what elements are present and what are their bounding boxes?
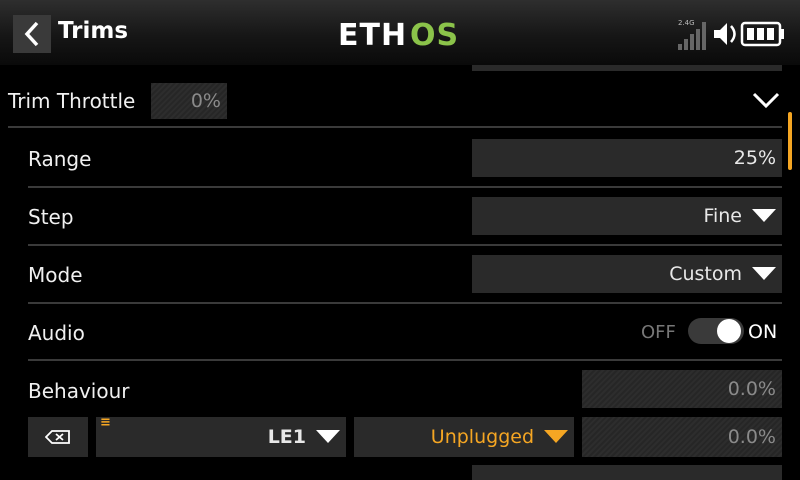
signal-label: 2.4G <box>678 19 695 27</box>
back-icon <box>24 21 39 47</box>
dropdown-arrow-icon <box>752 208 776 222</box>
switch-value: LE1 <box>267 426 306 448</box>
switch-select[interactable]: ≡ LE1 <box>96 415 346 457</box>
title-bar: Trims ETH OS 2.4G <box>0 0 800 65</box>
behaviour-label: Behaviour <box>28 379 130 403</box>
divider <box>28 302 782 304</box>
step-label: Step <box>28 205 74 229</box>
mode-label: Mode <box>28 263 83 287</box>
scrollbar[interactable] <box>788 112 792 170</box>
behaviour-value: 0.0% <box>582 370 782 408</box>
dropdown-arrow-icon <box>544 429 568 443</box>
page-title: Trims <box>58 18 129 44</box>
status-icons: 2.4G <box>678 19 784 50</box>
dropdown-arrow-icon <box>752 266 776 280</box>
divider <box>8 126 782 128</box>
speaker-icon <box>714 23 736 45</box>
clear-button[interactable] <box>28 417 88 457</box>
svg-text:ETH: ETH <box>338 18 407 51</box>
dropdown-arrow-icon <box>316 429 340 443</box>
mode-value: Custom <box>669 263 742 285</box>
audio-on-label: ON <box>748 321 778 343</box>
step-select[interactable]: Fine <box>472 197 782 235</box>
signal-icon: 2.4G <box>678 19 706 50</box>
trim-throttle-label: Trim Throttle <box>8 89 136 113</box>
range-label: Range <box>28 147 92 171</box>
svg-text:OS: OS <box>410 18 459 51</box>
behaviour-mode-select[interactable]: Unplugged <box>354 417 574 457</box>
next-field-stub <box>472 465 782 480</box>
divider <box>28 244 782 246</box>
audio-toggle[interactable] <box>688 318 744 344</box>
range-field[interactable]: 25% <box>472 139 782 177</box>
step-value: Fine <box>703 205 742 227</box>
toggle-knob <box>717 319 741 343</box>
switch-marker-icon: ≡ <box>100 415 111 430</box>
prev-field-stub <box>472 65 782 71</box>
battery-icon <box>740 21 784 47</box>
collapse-button[interactable] <box>752 91 780 113</box>
backspace-icon <box>45 430 70 444</box>
behaviour-mode-value: Unplugged <box>430 426 534 448</box>
ethos-logo: ETH OS <box>338 18 459 51</box>
audio-label: Audio <box>28 321 85 345</box>
trim-throttle-value: 0% <box>151 83 227 119</box>
divider <box>28 359 782 361</box>
divider <box>28 186 782 188</box>
behaviour-row-value: 0.0% <box>582 417 782 457</box>
mode-select[interactable]: Custom <box>472 255 782 293</box>
trims-page: Trim Throttle 0% Range 25% Step Fine Mod… <box>0 65 800 480</box>
audio-off-label: OFF <box>641 322 676 343</box>
back-button[interactable] <box>13 15 51 53</box>
chevron-down-icon <box>752 92 780 109</box>
